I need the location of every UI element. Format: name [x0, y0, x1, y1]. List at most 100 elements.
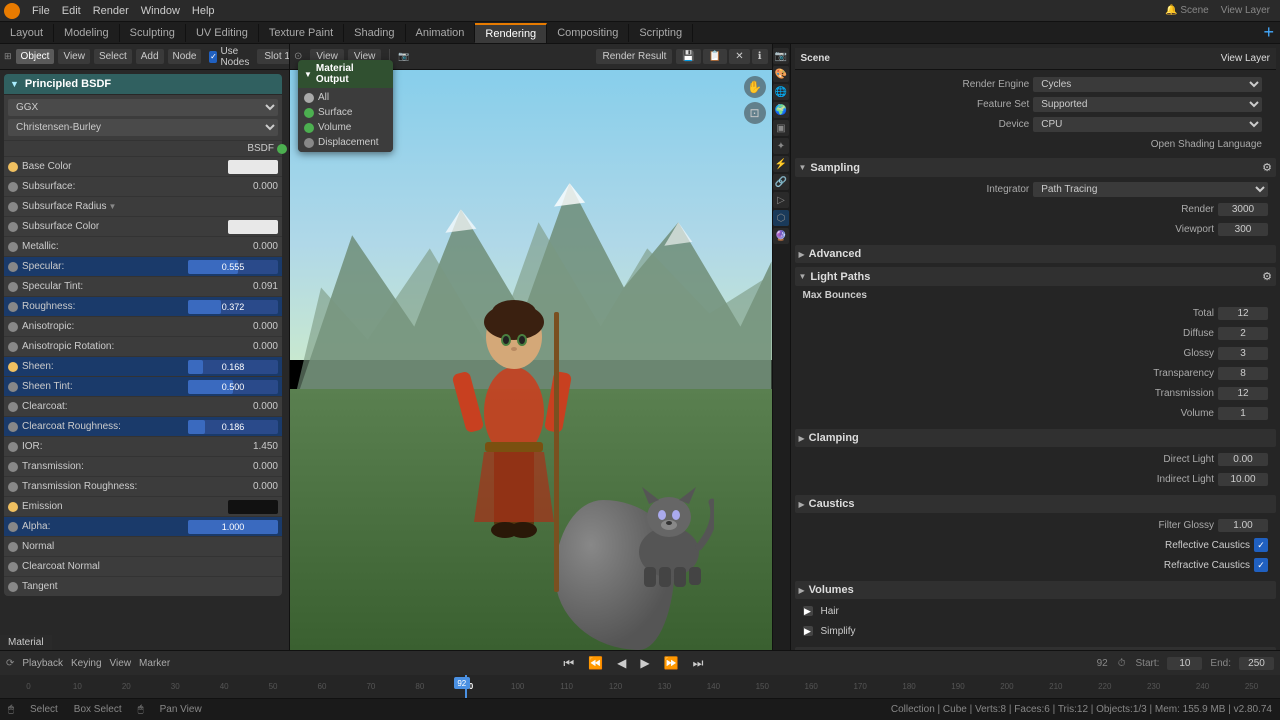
icon-constraints[interactable]: 🔗 [773, 174, 789, 190]
ior-value[interactable]: 1.450 [238, 441, 278, 452]
timeline-ruler-area[interactable]: 0 10 20 30 40 50 60 70 80 90 100 110 120… [0, 675, 1280, 698]
device-select[interactable]: CPU [1033, 117, 1262, 132]
node-btn[interactable]: Node [168, 49, 202, 64]
tab-texture-paint[interactable]: Texture Paint [259, 24, 344, 42]
caustics-header[interactable]: ▶ Caustics [795, 495, 1277, 513]
add-workspace-btn[interactable]: + [1257, 22, 1280, 43]
start-frame-input[interactable] [1167, 657, 1202, 670]
roughness-slider[interactable]: 0.372 [188, 300, 278, 314]
menu-file[interactable]: File [26, 3, 56, 19]
hand-tool-btn[interactable]: ✋ [744, 76, 766, 98]
sampling-options-btn[interactable]: ⚙ [1262, 161, 1272, 174]
copy-render-btn[interactable]: 📋 [703, 49, 727, 64]
integrator-select[interactable]: Path Tracing [1033, 182, 1268, 197]
glossy-input[interactable] [1218, 347, 1268, 360]
menu-help[interactable]: Help [186, 3, 221, 19]
slot-select[interactable]: Slot 1 [257, 49, 290, 64]
icon-particles[interactable]: ✦ [773, 138, 789, 154]
tangent-socket[interactable] [8, 582, 18, 592]
clearcoat-roughness-slider[interactable]: 0.186 [188, 420, 278, 434]
emission-socket[interactable] [8, 502, 18, 512]
advanced-header[interactable]: ▶ Advanced [795, 245, 1277, 263]
transmission-value[interactable]: 0.000 [238, 461, 278, 472]
anisotropic-rotation-value[interactable]: 0.000 [238, 341, 278, 352]
view-layer-name[interactable]: View Layer [1215, 5, 1276, 16]
anisotropic-value[interactable]: 0.000 [238, 321, 278, 332]
subsurface-radius-socket[interactable] [8, 202, 18, 212]
feature-set-select[interactable]: Supported [1033, 97, 1262, 112]
simplify-expand[interactable]: ▶ [803, 626, 813, 636]
transmission-roughness-value[interactable]: 0.000 [238, 481, 278, 492]
tab-uv-editing[interactable]: UV Editing [186, 24, 259, 42]
play-btn[interactable]: ▶ [637, 656, 652, 670]
subsurface-color-socket[interactable] [8, 222, 18, 232]
diffuse-input[interactable] [1218, 327, 1268, 340]
marker-btn[interactable]: Marker [139, 658, 170, 669]
transmission-socket[interactable] [8, 462, 18, 472]
clearcoat-socket[interactable] [8, 402, 18, 412]
volumes-header[interactable]: ▶ Volumes [795, 581, 1277, 599]
specular-socket[interactable] [8, 262, 18, 272]
icon-world[interactable]: 🌍 [773, 102, 789, 118]
sampling-header[interactable]: ▼ Sampling ⚙ [795, 158, 1277, 177]
subsurface-value[interactable]: 0.000 [238, 181, 278, 192]
volume-input[interactable] [1218, 407, 1268, 420]
menu-edit[interactable]: Edit [56, 3, 87, 19]
render-samples-input[interactable] [1218, 203, 1268, 216]
bsdf-output-socket[interactable] [277, 144, 287, 154]
normal-socket[interactable] [8, 542, 18, 552]
transmission-roughness-socket[interactable] [8, 482, 18, 492]
zoom-fit-btn[interactable]: ⊡ [744, 102, 766, 124]
render-result-btn[interactable]: Render Result [596, 49, 672, 64]
alpha-slider[interactable]: 1.000 [188, 520, 278, 534]
metallic-socket[interactable] [8, 242, 18, 252]
tab-compositing[interactable]: Compositing [547, 24, 629, 42]
tab-shading[interactable]: Shading [344, 24, 405, 42]
tab-animation[interactable]: Animation [406, 24, 476, 42]
base-color-swatch[interactable] [228, 160, 278, 174]
menu-render[interactable]: Render [87, 3, 135, 19]
metallic-value[interactable]: 0.000 [238, 241, 278, 252]
icon-physics[interactable]: ⚡ [773, 156, 789, 172]
sheen-tint-socket[interactable] [8, 382, 18, 392]
back-btn[interactable]: ◀ [614, 656, 629, 670]
icon-render[interactable]: 🎨 [773, 66, 789, 82]
node-editor-area[interactable]: ▼ Principled BSDF GGX Christensen-Burley [0, 70, 289, 650]
clearcoat-normal-socket[interactable] [8, 562, 18, 572]
hair-expand[interactable]: ▶ [803, 606, 813, 616]
viewport-samples-input[interactable] [1218, 223, 1268, 236]
clearcoat-value[interactable]: 0.000 [238, 401, 278, 412]
icon-object[interactable]: ▣ [773, 120, 789, 136]
anisotropic-rotation-socket[interactable] [8, 342, 18, 352]
tab-rendering[interactable]: Rendering [475, 23, 547, 43]
anisotropic-socket[interactable] [8, 322, 18, 332]
subsurface-method-select[interactable]: Christensen-Burley [8, 119, 278, 136]
playback-btn[interactable]: Playback [22, 658, 63, 669]
specular-tint-value[interactable]: 0.091 [238, 281, 278, 292]
refractive-caustics-checkbox[interactable]: ✓ [1254, 558, 1268, 572]
subsurface-radius-dropdown[interactable]: Subsurface Radius ▼ [22, 201, 278, 212]
total-input[interactable] [1218, 307, 1268, 320]
tab-modeling[interactable]: Modeling [54, 24, 120, 42]
view-btn-timeline[interactable]: View [110, 658, 132, 669]
playhead-indicator[interactable]: 92 [454, 677, 470, 689]
reflective-caustics-checkbox[interactable]: ✓ [1254, 538, 1268, 552]
view-btn-node[interactable]: View [58, 49, 90, 64]
sheen-socket[interactable] [8, 362, 18, 372]
roughness-socket[interactable] [8, 302, 18, 312]
emission-swatch[interactable] [228, 500, 278, 514]
close-render-btn[interactable]: ✕ [729, 49, 749, 64]
tab-scripting[interactable]: Scripting [629, 24, 693, 42]
indirect-light-input[interactable] [1218, 473, 1268, 486]
filter-glossy-input[interactable] [1218, 519, 1268, 532]
light-paths-options-btn[interactable]: ⚙ [1262, 270, 1272, 283]
render-engine-select[interactable]: Cycles [1033, 77, 1262, 92]
ior-socket[interactable] [8, 442, 18, 452]
icon-material[interactable]: ⬡ [773, 210, 789, 226]
use-nodes-checkbox[interactable]: ✓ [209, 51, 217, 63]
icon-shaderfx[interactable]: 🔮 [773, 228, 789, 244]
material-tab[interactable]: Material [0, 635, 52, 650]
subsurface-socket[interactable] [8, 182, 18, 192]
specular-tint-socket[interactable] [8, 282, 18, 292]
sheen-slider[interactable]: 0.168 [188, 360, 278, 374]
